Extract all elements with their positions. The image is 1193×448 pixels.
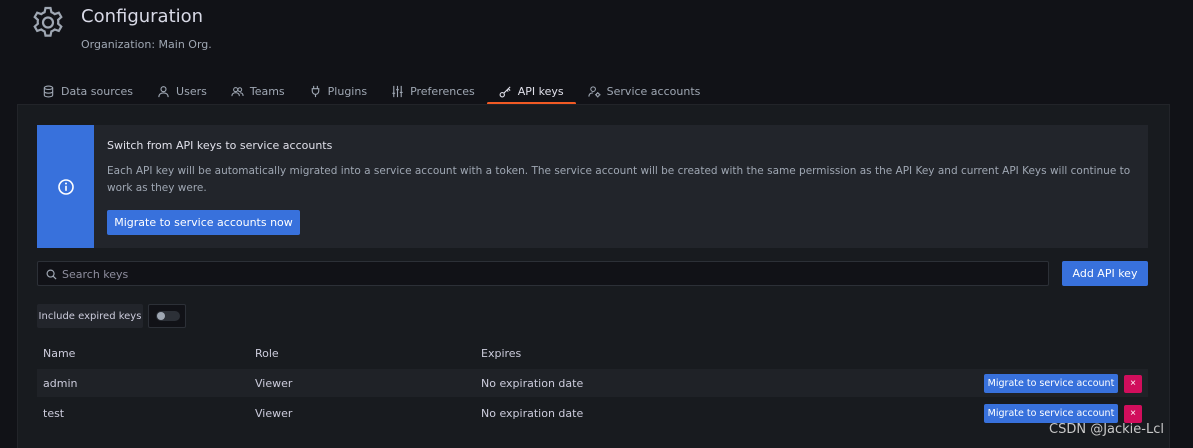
database-icon bbox=[43, 85, 54, 97]
delete-key-button[interactable]: × bbox=[1124, 375, 1142, 393]
tab-label: Teams bbox=[249, 84, 285, 98]
page-title: Configuration bbox=[81, 6, 204, 27]
search-box bbox=[37, 261, 1049, 287]
page-subtitle: Organization: Main Org. bbox=[81, 38, 212, 51]
plug-icon bbox=[311, 85, 319, 97]
key-role: Viewer bbox=[255, 407, 293, 420]
alert-title: Switch from API keys to service accounts bbox=[107, 139, 333, 152]
delete-key-button[interactable]: × bbox=[1124, 405, 1142, 423]
alert-icon-bar bbox=[37, 125, 94, 248]
alert-text: Each API key will be automatically migra… bbox=[107, 165, 1131, 194]
key-role: Viewer bbox=[255, 377, 293, 390]
tab-service-accounts[interactable]: Service accounts bbox=[576, 78, 713, 104]
migrate-key-button[interactable]: Migrate to service account bbox=[984, 404, 1118, 423]
watermark: CSDN @Jackie-Lcl bbox=[1049, 422, 1164, 437]
tab-label: Plugins bbox=[327, 84, 368, 98]
tab-users[interactable]: Users bbox=[145, 78, 219, 104]
sliders-icon bbox=[392, 85, 403, 97]
search-icon bbox=[46, 269, 57, 280]
migrate-all-button[interactable]: Migrate to service accounts now bbox=[107, 210, 300, 235]
page-header: Configuration Organization: Main Org. bbox=[0, 0, 1193, 70]
tab-preferences[interactable]: Preferences bbox=[379, 78, 487, 104]
tab-label: Service accounts bbox=[606, 84, 701, 98]
user-icon bbox=[158, 85, 169, 97]
gear-icon bbox=[33, 6, 63, 37]
migrate-key-button[interactable]: Migrate to service account bbox=[984, 374, 1118, 393]
table-row: test Viewer No expiration date Migrate t… bbox=[37, 399, 1148, 427]
search-input[interactable] bbox=[60, 262, 1034, 287]
users-icon bbox=[231, 86, 244, 96]
tab-api-keys[interactable]: API keys bbox=[486, 78, 576, 105]
tab-label: Data sources bbox=[61, 84, 134, 98]
migration-alert: Switch from API keys to service accounts… bbox=[37, 125, 1148, 248]
key-expires: No expiration date bbox=[481, 377, 584, 390]
info-icon bbox=[57, 178, 74, 195]
column-header-expires: Expires bbox=[481, 347, 522, 360]
tab-label: API keys bbox=[517, 84, 564, 98]
key-expires: No expiration date bbox=[481, 407, 584, 420]
include-expired-toggle[interactable] bbox=[148, 304, 186, 328]
key-icon bbox=[499, 85, 511, 97]
include-expired-label: Include expired keys bbox=[37, 304, 143, 328]
add-api-key-button[interactable]: Add API key bbox=[1062, 261, 1148, 286]
tab-bar: Data sources Users Teams Plugins Prefere… bbox=[30, 78, 712, 106]
user-cog-icon bbox=[588, 85, 601, 98]
tab-plugins[interactable]: Plugins bbox=[297, 78, 379, 104]
toggle-knob bbox=[157, 312, 165, 320]
tab-label: Preferences bbox=[410, 84, 475, 98]
table-row: admin Viewer No expiration date Migrate … bbox=[37, 369, 1148, 397]
column-header-role: Role bbox=[255, 347, 279, 360]
key-name: test bbox=[43, 407, 65, 420]
toggle-track bbox=[156, 311, 180, 321]
column-header-name: Name bbox=[43, 347, 76, 360]
tab-label: Users bbox=[176, 84, 207, 98]
tab-data-sources[interactable]: Data sources bbox=[30, 78, 145, 104]
tab-teams[interactable]: Teams bbox=[219, 78, 297, 104]
key-name: admin bbox=[43, 377, 78, 390]
